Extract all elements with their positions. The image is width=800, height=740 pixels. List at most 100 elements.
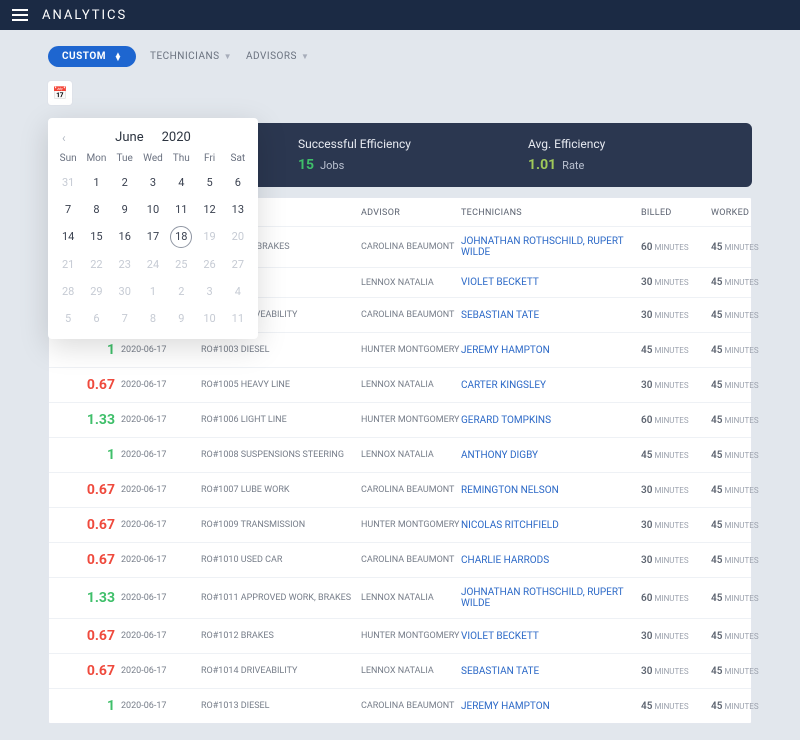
calendar-day[interactable]: 18 — [170, 226, 192, 248]
cell-billed: 45MINUTES — [641, 345, 711, 356]
calendar-day[interactable]: 8 — [82, 199, 110, 220]
table-row[interactable]: 1.332020-06-17RO#1006 LIGHT LINEHUNTER M… — [49, 402, 751, 437]
calendar-day[interactable]: 10 — [139, 199, 167, 220]
col-billed: BILLED — [641, 208, 711, 218]
cell-technicians[interactable]: GERARD TOMPKINS — [461, 415, 641, 426]
date-range-pill[interactable]: CUSTOM ▲▼ — [48, 46, 136, 67]
cell-advisor: LENNOX NATALIA — [361, 450, 461, 460]
cell-date: 2020-06-17 — [121, 415, 201, 425]
calendar-day[interactable]: 7 — [54, 199, 82, 220]
calendar-day[interactable]: 4 — [167, 172, 195, 193]
cell-technicians[interactable]: REMINGTON NELSON — [461, 485, 641, 496]
calendar-day[interactable]: 3 — [139, 172, 167, 193]
calendar-popover: ‹ June 2020 SunMonTueWedThuFriSat3112345… — [48, 118, 258, 339]
cell-billed: 45MINUTES — [641, 701, 711, 712]
cell-worked: 45MINUTES — [711, 450, 781, 461]
calendar-month[interactable]: June — [115, 130, 143, 145]
cell-efficiency: 0.67 — [61, 552, 121, 568]
cell-technicians[interactable]: JEREMY HAMPTON — [461, 345, 641, 356]
cell-job: RO#1014 DRIVEABILITY — [201, 666, 361, 676]
cell-date: 2020-06-17 — [121, 450, 201, 460]
cell-job: RO#1012 BRAKES — [201, 631, 361, 641]
calendar-day[interactable]: 1 — [82, 172, 110, 193]
calendar-day[interactable]: 2 — [111, 172, 139, 193]
cell-technicians[interactable]: SEBASTIAN TATE — [461, 666, 641, 677]
calendar-day[interactable]: 5 — [195, 172, 223, 193]
calendar-day[interactable]: 17 — [139, 226, 167, 248]
cell-technicians[interactable]: JOHNATHAN ROTHSCHILDRUPERT WILDE — [461, 587, 641, 609]
cell-advisor: HUNTER MONTGOMERY — [361, 520, 461, 530]
calendar-day: 6 — [82, 308, 110, 329]
calendar-day: 23 — [111, 254, 139, 275]
cell-worked: 45MINUTES — [711, 485, 781, 496]
filter-technicians[interactable]: TECHNICIANS▼ — [150, 51, 232, 62]
cell-advisor: CAROLINA BEAUMONT — [361, 485, 461, 495]
table-row[interactable]: 0.672020-06-17RO#1014 DRIVEABILITYLENNOX… — [49, 653, 751, 688]
cell-technicians[interactable]: JOHNATHAN ROTHSCHILDRUPERT WILDE — [461, 236, 641, 258]
calendar-day: 19 — [195, 226, 223, 248]
cell-technicians[interactable]: SEBASTIAN TATE — [461, 310, 641, 321]
calendar-day[interactable]: 11 — [167, 199, 195, 220]
cell-technicians[interactable]: ANTHONY DIGBY — [461, 450, 641, 461]
table-row[interactable]: 0.672020-06-17RO#1009 TRANSMISSIONHUNTER… — [49, 507, 751, 542]
calendar-dow: Fri — [195, 151, 223, 166]
cell-efficiency: 0.67 — [61, 628, 121, 644]
table-row[interactable]: 0.672020-06-17RO#1007 LUBE WORKCAROLINA … — [49, 472, 751, 507]
cell-worked: 45MINUTES — [711, 701, 781, 712]
topbar: ANALYTICS — [0, 0, 800, 30]
cell-advisor: CAROLINA BEAUMONT — [361, 701, 461, 711]
calendar-button[interactable]: 📅 — [48, 81, 72, 105]
table-row[interactable]: 1.332020-06-17RO#1011 APPROVED WORK, BRA… — [49, 577, 751, 618]
calendar-day: 5 — [54, 308, 82, 329]
cell-advisor: CAROLINA BEAUMONT — [361, 310, 461, 320]
calendar-icon: 📅 — [53, 86, 68, 100]
table-row[interactable]: 12020-06-17RO#1008 SUSPENSIONS STEERINGL… — [49, 437, 751, 472]
date-range-label: CUSTOM — [62, 51, 106, 62]
cell-advisor: LENNOX NATALIA — [361, 666, 461, 676]
cell-efficiency: 1.33 — [61, 412, 121, 428]
filter-advisors[interactable]: ADVISORS▼ — [246, 51, 309, 62]
calendar-prev-icon[interactable]: ‹ — [62, 131, 66, 145]
calendar-day[interactable]: 14 — [54, 226, 82, 248]
calendar-day: 11 — [224, 308, 252, 329]
col-advisor: ADVISOR — [361, 208, 461, 218]
cell-advisor: CAROLINA BEAUMONT — [361, 242, 461, 252]
calendar-day[interactable]: 15 — [82, 226, 110, 248]
calendar-dow: Tue — [111, 151, 139, 166]
cell-efficiency: 0.67 — [61, 377, 121, 393]
metric-avg: Avg. Efficiency 1.01Rate — [528, 137, 732, 173]
cell-job: RO#1013 DIESEL — [201, 701, 361, 711]
cell-advisor: CAROLINA BEAUMONT — [361, 555, 461, 565]
cell-technicians[interactable]: VIOLET BECKETT — [461, 631, 641, 642]
col-worked: WORKED — [711, 208, 781, 218]
calendar-day: 29 — [82, 281, 110, 302]
calendar-day: 3 — [195, 281, 223, 302]
cell-technicians[interactable]: CHARLIE HARRODS — [461, 555, 641, 566]
calendar-day[interactable]: 12 — [195, 199, 223, 220]
calendar-day: 8 — [139, 308, 167, 329]
table-row[interactable]: 0.672020-06-17RO#1005 HEAVY LINELENNOX N… — [49, 367, 751, 402]
cell-worked: 45MINUTES — [711, 631, 781, 642]
cell-worked: 45MINUTES — [711, 593, 781, 604]
calendar-day[interactable]: 16 — [111, 226, 139, 248]
cell-technicians[interactable]: VIOLET BECKETT — [461, 277, 641, 288]
metric-successful: Successful Efficiency 15Jobs — [298, 137, 502, 173]
calendar-day[interactable]: 6 — [224, 172, 252, 193]
calendar-day: 4 — [224, 281, 252, 302]
table-row[interactable]: 0.672020-06-17RO#1010 USED CARCAROLINA B… — [49, 542, 751, 577]
cell-technicians[interactable]: JEREMY HAMPTON — [461, 701, 641, 712]
menu-icon[interactable] — [12, 9, 28, 21]
cell-worked: 45MINUTES — [711, 380, 781, 391]
calendar-day: 21 — [54, 254, 82, 275]
calendar-year[interactable]: 2020 — [162, 130, 191, 145]
calendar-day[interactable]: 9 — [111, 199, 139, 220]
cell-efficiency: 0.67 — [61, 517, 121, 533]
table-row[interactable]: 12020-06-17RO#1013 DIESELCAROLINA BEAUMO… — [49, 688, 751, 723]
table-row[interactable]: 0.672020-06-17RO#1012 BRAKESHUNTER MONTG… — [49, 618, 751, 653]
cell-technicians[interactable]: NICOLAS RITCHFIELD — [461, 520, 641, 531]
cell-worked: 45MINUTES — [711, 310, 781, 321]
calendar-day[interactable]: 13 — [224, 199, 252, 220]
cell-efficiency: 1.33 — [61, 590, 121, 606]
calendar-day: 25 — [167, 254, 195, 275]
cell-technicians[interactable]: CARTER KINGSLEY — [461, 380, 641, 391]
